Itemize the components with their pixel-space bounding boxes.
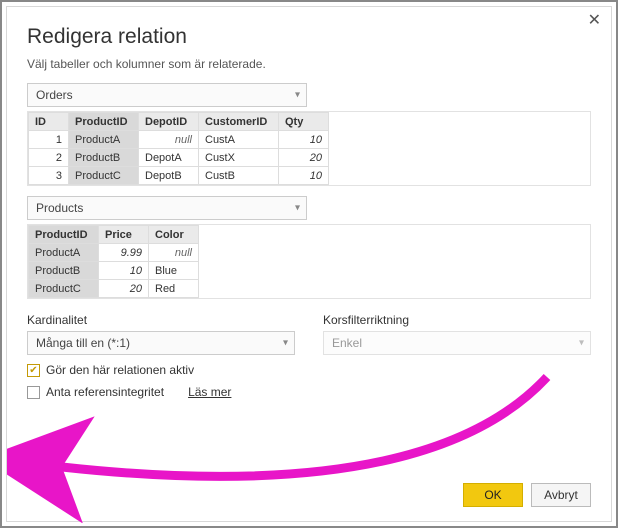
dialog-frame: ✕ Redigera relation Välj tabeller och ko… xyxy=(0,0,618,528)
active-checkbox-row: ✔ Gör den här relationen aktiv xyxy=(27,363,591,377)
cancel-button[interactable]: Avbryt xyxy=(531,483,591,507)
table-row[interactable]: ProductA 9.99 null xyxy=(29,244,199,262)
cardinality-label: Kardinalitet xyxy=(27,313,295,327)
col-productid[interactable]: ProductID xyxy=(29,226,99,244)
table-row[interactable]: 2 ProductB DepotA CustX 20 xyxy=(29,149,329,167)
table1-preview: ID ProductID DepotID CustomerID Qty 1 Pr… xyxy=(27,111,591,186)
refintegrity-checkbox[interactable] xyxy=(27,386,40,399)
dialog-title: Redigera relation xyxy=(27,25,591,49)
col-id[interactable]: ID xyxy=(29,113,69,131)
chevron-down-icon: ▾ xyxy=(295,90,300,101)
col-price[interactable]: Price xyxy=(99,226,149,244)
orders-table[interactable]: ID ProductID DepotID CustomerID Qty 1 Pr… xyxy=(28,112,329,185)
col-depotid[interactable]: DepotID xyxy=(139,113,199,131)
col-color[interactable]: Color xyxy=(149,226,199,244)
dialog-footer: OK Avbryt xyxy=(27,473,591,507)
chevron-down-icon: ▾ xyxy=(283,338,288,349)
table-row[interactable]: 1 ProductA null CustA 10 xyxy=(29,131,329,149)
cardinality-select[interactable]: Många till en (*:1) ▾ xyxy=(27,331,295,355)
active-checkbox-label: Gör den här relationen aktiv xyxy=(46,363,194,377)
close-icon[interactable]: ✕ xyxy=(588,13,601,29)
col-productid[interactable]: ProductID xyxy=(69,113,139,131)
table1-select-value: Orders xyxy=(36,88,73,102)
table2-select[interactable]: Products ▾ xyxy=(27,196,307,220)
table2-select-value: Products xyxy=(36,201,83,215)
learn-more-link[interactable]: Läs mer xyxy=(188,385,231,399)
ok-button[interactable]: OK xyxy=(463,483,523,507)
dialog-body: ✕ Redigera relation Välj tabeller och ko… xyxy=(6,6,612,522)
table-row[interactable]: ProductC 20 Red xyxy=(29,280,199,298)
table2-preview: ProductID Price Color ProductA 9.99 null… xyxy=(27,224,591,299)
refintegrity-checkbox-label: Anta referensintegritet xyxy=(46,385,164,399)
col-customerid[interactable]: CustomerID xyxy=(199,113,279,131)
active-checkbox[interactable]: ✔ xyxy=(27,364,40,377)
crossfilter-select: Enkel ▾ xyxy=(323,331,591,355)
crossfilter-label: Korsfilterriktning xyxy=(323,313,591,327)
refintegrity-checkbox-row: Anta referensintegritet Läs mer xyxy=(27,385,591,399)
table-row[interactable]: 3 ProductC DepotB CustB 10 xyxy=(29,167,329,185)
dialog-subtitle: Välj tabeller och kolumner som är relate… xyxy=(27,57,591,71)
chevron-down-icon: ▾ xyxy=(295,203,300,214)
products-table[interactable]: ProductID Price Color ProductA 9.99 null… xyxy=(28,225,199,298)
col-qty[interactable]: Qty xyxy=(279,113,329,131)
chevron-down-icon: ▾ xyxy=(579,338,584,349)
options-row: Kardinalitet Många till en (*:1) ▾ Korsf… xyxy=(27,313,591,355)
table1-select[interactable]: Orders ▾ xyxy=(27,83,307,107)
table-row[interactable]: ProductB 10 Blue xyxy=(29,262,199,280)
